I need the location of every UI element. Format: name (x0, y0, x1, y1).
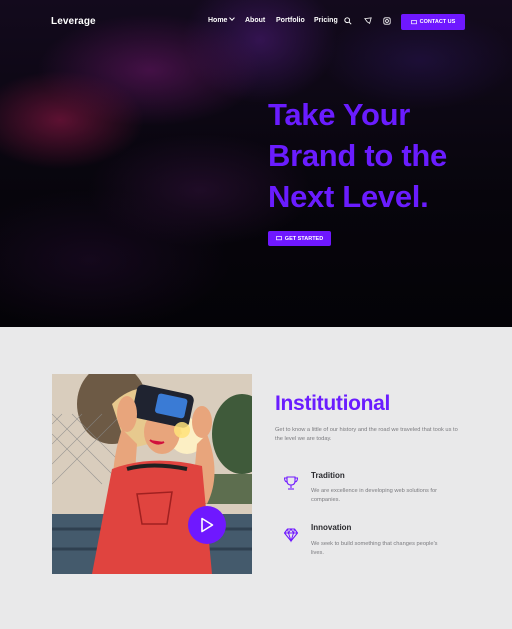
nav-item-label: Home (208, 17, 228, 24)
feature-title-innovation: Innovation (311, 523, 352, 532)
nav-item-pricing[interactable]: Pricing (314, 17, 338, 24)
diamond-icon (283, 528, 299, 543)
instagram-icon[interactable] (383, 17, 391, 25)
search-icon[interactable] (344, 17, 352, 25)
pinterest-icon[interactable] (364, 17, 372, 25)
top-navigation: Leverage Home About Portfolio Pricing CO… (0, 0, 512, 44)
chat-icon (410, 19, 417, 24)
trophy-icon (283, 476, 299, 490)
contact-us-button[interactable]: CONTACT US (401, 14, 465, 30)
hero-title-line: Take Your (268, 97, 411, 132)
nav-item-home[interactable]: Home (208, 15, 236, 24)
get-started-button[interactable]: GET STARTED (268, 231, 331, 246)
chat-icon (275, 236, 282, 241)
chevron-down-icon (229, 15, 236, 21)
feature-text-innovation: We seek to build something that changes … (311, 541, 438, 556)
hero-title: Take Your Brand to the Next Level. (268, 94, 498, 217)
section-title: Institutional (275, 392, 391, 415)
hero-title-line: Next Level. (268, 179, 429, 214)
feature-text-tradition: We are excellence in developing web solu… (311, 488, 438, 503)
feature-title-tradition: Tradition (311, 471, 345, 480)
site-logo[interactable]: Leverage (51, 16, 96, 27)
vr-headset-photo (52, 374, 252, 574)
nav-item-portfolio[interactable]: Portfolio (276, 17, 305, 24)
contact-us-label: CONTACT US (419, 19, 456, 25)
hero-title-line: Brand to the (268, 138, 447, 173)
hero-section: Leverage Home About Portfolio Pricing CO… (0, 0, 512, 327)
play-icon (201, 517, 214, 533)
get-started-label: GET STARTED (284, 235, 324, 242)
play-video-button[interactable] (188, 506, 226, 544)
nav-item-about[interactable]: About (245, 17, 265, 24)
section-description: Get to know a little of our history and … (275, 427, 458, 442)
